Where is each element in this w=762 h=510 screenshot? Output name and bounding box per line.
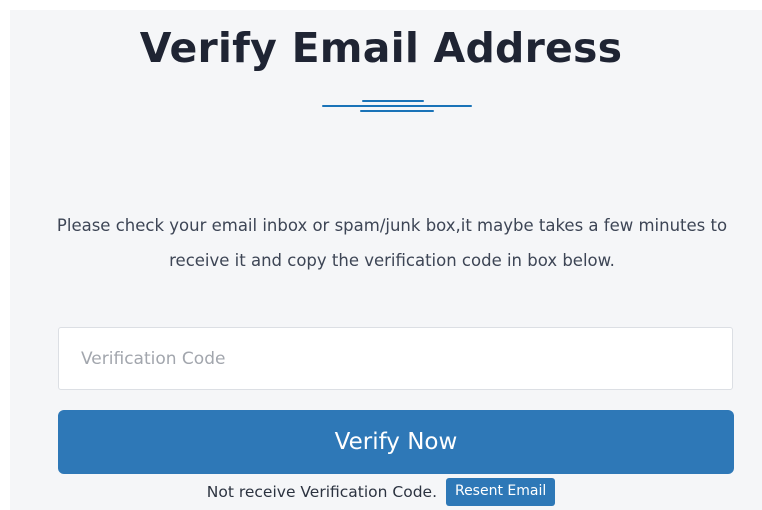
resend-row: Not receive Verification Code. Resent Em… <box>0 478 762 506</box>
verify-now-button[interactable]: Verify Now <box>58 410 734 474</box>
instructions-text: Please check your email inbox or spam/ju… <box>56 216 728 270</box>
title-divider <box>322 99 472 129</box>
resend-email-button[interactable]: Resent Email <box>445 478 556 506</box>
verification-code-input[interactable] <box>58 327 733 390</box>
page-title: Verify Email Address <box>139 24 623 72</box>
verify-email-panel: Verify Email Address Please check your e… <box>10 10 762 510</box>
resend-prompt: Not receive Verification Code. <box>206 483 438 501</box>
